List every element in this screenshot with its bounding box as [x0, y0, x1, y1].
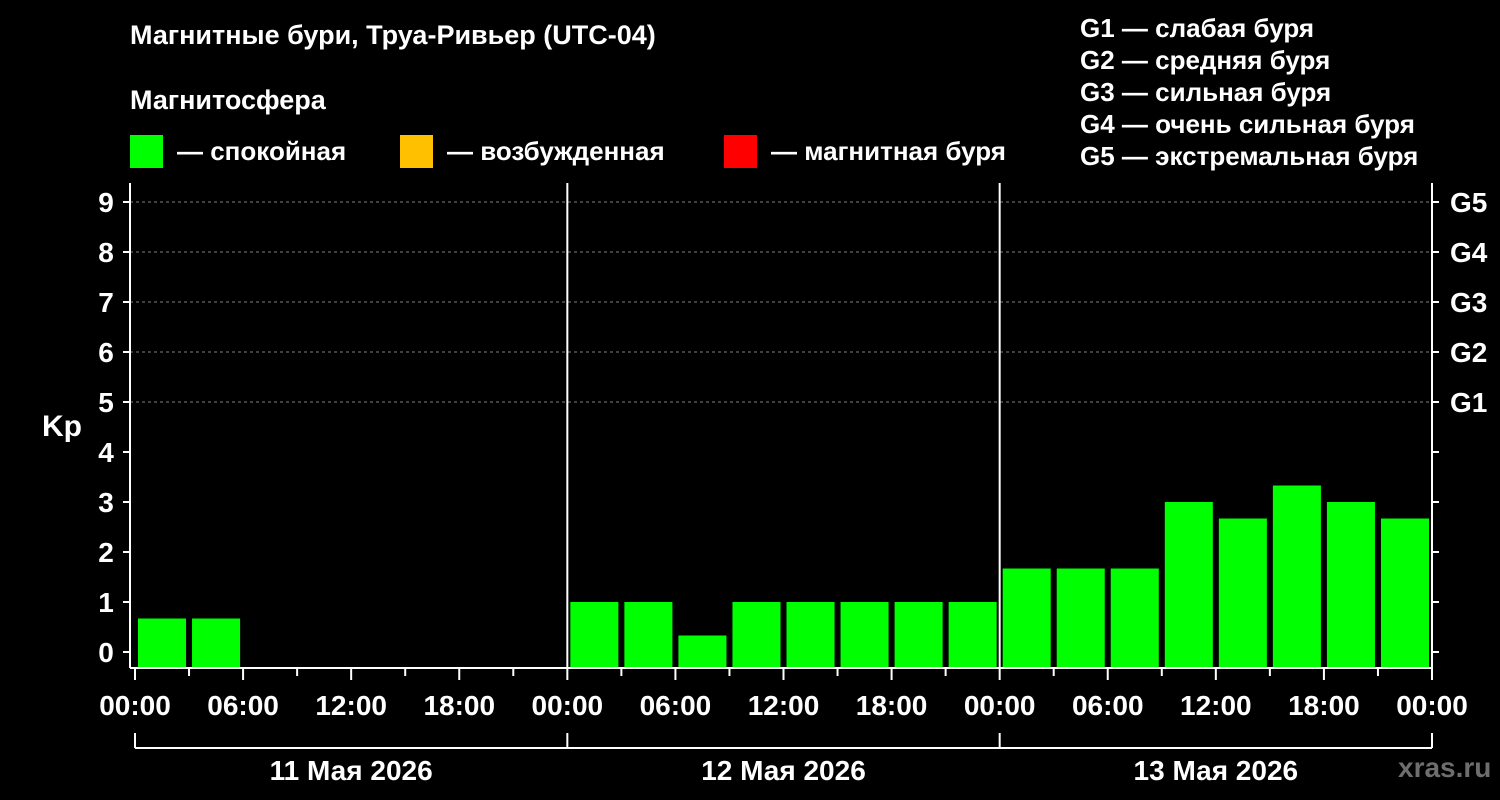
kp-bar	[1164, 502, 1213, 668]
kp-bar	[840, 602, 889, 668]
x-tick-label: 00:00	[1396, 690, 1468, 721]
x-tick-label: 00:00	[964, 690, 1036, 721]
kp-bar	[732, 602, 781, 668]
kp-bar	[1002, 568, 1051, 668]
y-tick-label: 7	[98, 287, 114, 318]
x-tick-label: 18:00	[856, 690, 928, 721]
g-level-label: G1	[1450, 387, 1487, 418]
y-tick-label: 8	[98, 237, 114, 268]
x-tick-label: 12:00	[315, 690, 387, 721]
x-tick-label: 06:00	[207, 690, 279, 721]
kp-bar	[1272, 485, 1321, 668]
kp-bar	[570, 602, 619, 668]
x-tick-label: 00:00	[532, 690, 604, 721]
kp-bar	[1380, 518, 1429, 668]
g-level-label: G3	[1450, 287, 1487, 318]
kp-chart: 0 1 2 3 4 5 6 7 8 9 G1 G2 G3 G4 G5 00:00 06:00 12:00 18:00…	[98, 183, 1488, 786]
kp-bar	[624, 602, 673, 668]
kp-bar	[894, 602, 943, 668]
kp-bar	[678, 635, 727, 668]
y-tick-label: 2	[98, 537, 114, 568]
x-tick-label: 12:00	[1180, 690, 1252, 721]
day-label: 11 Мая 2026	[270, 755, 433, 786]
day-label: 13 Мая 2026	[1134, 755, 1299, 786]
y-tick-label: 5	[98, 387, 114, 418]
x-tick-label: 12:00	[748, 690, 820, 721]
y-tick-label: 3	[98, 487, 114, 518]
x-tick-label: 18:00	[423, 690, 495, 721]
x-tick-label: 18:00	[1288, 690, 1360, 721]
kp-bar	[786, 602, 835, 668]
g-level-label: G2	[1450, 337, 1487, 368]
y-tick-label: 0	[98, 637, 114, 668]
day-label: 12 Мая 2026	[701, 755, 866, 786]
kp-bar	[1218, 518, 1267, 668]
kp-bar	[192, 618, 241, 668]
x-tick-label: 06:00	[640, 690, 712, 721]
g-level-label: G4	[1450, 237, 1488, 268]
kp-bar	[948, 602, 997, 668]
g-level-label: G5	[1450, 187, 1487, 218]
kp-bar	[1326, 502, 1375, 668]
kp-bar	[1056, 568, 1105, 668]
kp-bar	[138, 618, 187, 668]
y-tick-label: 1	[98, 587, 114, 618]
x-tick-label: 06:00	[1072, 690, 1144, 721]
y-tick-label: 4	[98, 437, 114, 468]
y-tick-label: 6	[98, 337, 114, 368]
y-tick-label: 9	[98, 187, 114, 218]
kp-bar	[1110, 568, 1159, 668]
x-tick-label: 00:00	[99, 690, 171, 721]
